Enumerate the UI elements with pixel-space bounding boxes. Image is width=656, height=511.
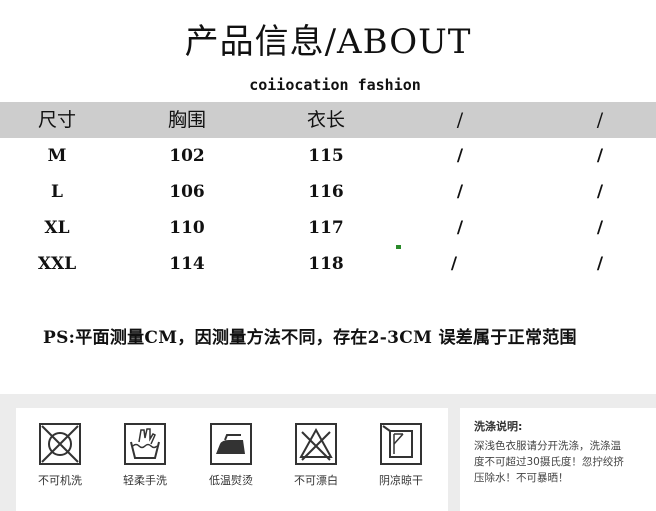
- length-cell: 117: [308, 218, 344, 238]
- care-label: 不可漂白: [294, 474, 338, 487]
- hand-wash-icon: [124, 423, 166, 465]
- care-item-shade-dry: 阴凉晾干: [366, 420, 436, 488]
- size-cell: XXL: [37, 254, 77, 274]
- size-cell: XL: [44, 218, 70, 238]
- care-label: 阴凉晾干: [379, 474, 423, 487]
- col4-cell: /: [456, 146, 464, 166]
- wash-line: 深浅色衣服请分开洗涤，洗涤温: [474, 440, 621, 452]
- size-table: 尺寸 胸围 衣长 / / M 102 115 / / L 106 116 / /…: [0, 102, 656, 282]
- care-item-low-temp-iron: 低温熨烫: [196, 420, 266, 488]
- header-col5: /: [596, 109, 604, 131]
- shade-dry-icon: [380, 423, 422, 465]
- decorative-mark: [396, 245, 401, 249]
- wash-text: 深浅色衣服请分开洗涤，洗涤温 度不可超过30摄氏度！忽拧绞挤 压除水！不可暴晒！: [474, 438, 656, 486]
- header-chest: 胸围: [167, 109, 206, 131]
- no-bleach-icon: [295, 423, 337, 465]
- col4-cell: /: [456, 182, 464, 202]
- chest-cell: 106: [169, 182, 205, 202]
- table-row: XXL 114 118 / /: [0, 246, 656, 282]
- care-item-no-machine-wash: 不可机洗: [25, 420, 95, 488]
- wash-line: 度不可超过30摄氏度！忽拧绞挤: [474, 456, 624, 468]
- length-cell: 116: [308, 182, 344, 202]
- chest-cell: 102: [169, 146, 205, 166]
- chest-cell: 110: [169, 218, 205, 238]
- care-item-no-bleach: 不可漂白: [281, 420, 351, 488]
- col4-cell: /: [450, 254, 458, 274]
- table-header-row: 尺寸 胸围 衣长 / /: [0, 102, 656, 138]
- col5-cell: /: [596, 218, 604, 238]
- chest-cell: 114: [169, 254, 205, 274]
- table-row: M 102 115 / /: [0, 138, 656, 174]
- col5-cell: /: [596, 254, 604, 274]
- care-label: 不可机洗: [38, 474, 82, 487]
- header-length: 衣长: [306, 109, 345, 131]
- table-row: XL 110 117 / /: [0, 210, 656, 246]
- brand-text: coiiocation fashion: [249, 76, 421, 94]
- size-cell: L: [51, 182, 63, 202]
- low-temp-iron-icon: [210, 423, 252, 465]
- col5-cell: /: [596, 146, 604, 166]
- header-col4: /: [456, 109, 464, 131]
- wash-instructions-panel: 洗涤说明: 深浅色衣服请分开洗涤，洗涤温 度不可超过30摄氏度！忽拧绞挤 压除水…: [460, 408, 656, 511]
- col4-cell: /: [456, 218, 464, 238]
- care-label: 低温熨烫: [209, 474, 253, 487]
- care-icons-panel: 不可机洗 轻柔手洗 低温熨烫 不可漂白 阴凉晾干: [16, 408, 448, 511]
- no-machine-wash-icon: [39, 423, 81, 465]
- wash-line: 压除水！不可暴晒！: [474, 472, 569, 484]
- length-cell: 115: [308, 146, 344, 166]
- wash-title: 洗涤说明:: [474, 420, 523, 433]
- page-title: 产品信息/ABOUT: [184, 22, 472, 62]
- length-cell: 118: [308, 254, 344, 274]
- care-section: 不可机洗 轻柔手洗 低温熨烫 不可漂白 阴凉晾干 洗涤说明: 深浅色衣服请分开洗…: [0, 394, 656, 511]
- size-cell: M: [47, 146, 67, 166]
- col5-cell: /: [596, 182, 604, 202]
- care-item-hand-wash: 轻柔手洗: [110, 420, 180, 488]
- care-label: 轻柔手洗: [123, 474, 167, 487]
- table-row: L 106 116 / /: [0, 174, 656, 210]
- measurement-note: PS:平面测量CM，因测量方法不同，存在2-3CM 误差属于正常范围: [43, 328, 577, 348]
- header-size: 尺寸: [37, 109, 76, 131]
